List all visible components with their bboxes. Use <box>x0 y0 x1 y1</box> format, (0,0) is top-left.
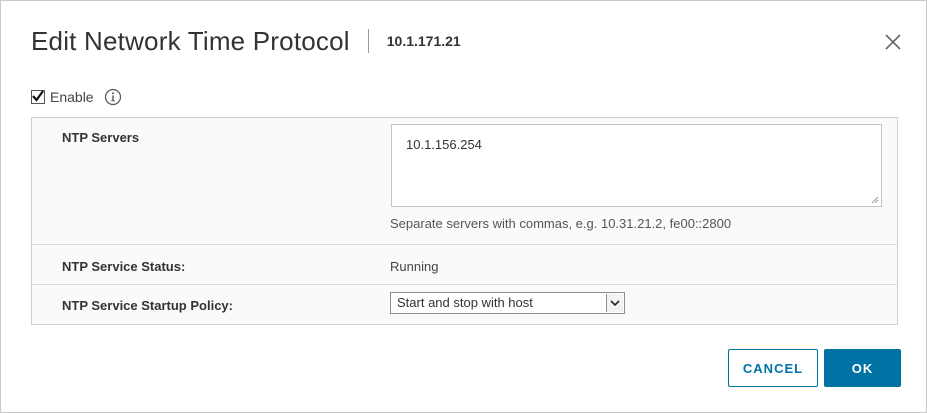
info-icon[interactable] <box>104 88 122 106</box>
dialog-title: Edit Network Time Protocol <box>31 25 350 56</box>
resize-handle-icon[interactable] <box>871 196 879 204</box>
cancel-button[interactable]: CANCEL <box>728 349 818 387</box>
host-name: 10.1.171.21 <box>386 33 461 49</box>
startup-policy-label: NTP Service Startup Policy: <box>62 298 233 313</box>
edit-ntp-dialog: Edit Network Time Protocol 10.1.171.21 E… <box>0 0 927 413</box>
service-status-label: NTP Service Status: <box>62 259 186 274</box>
ntp-servers-input[interactable]: 10.1.156.254 <box>391 124 882 207</box>
chevron-down-icon[interactable] <box>606 294 623 312</box>
service-status-value: Running <box>390 259 439 274</box>
enable-row: Enable <box>31 88 122 106</box>
service-status-row: NTP Service Status: Running <box>32 244 897 285</box>
enable-checkbox[interactable] <box>31 90 45 104</box>
ntp-servers-value: 10.1.156.254 <box>406 137 482 152</box>
title-separator <box>367 29 369 53</box>
ntp-servers-hint: Separate servers with commas, e.g. 10.31… <box>390 216 732 231</box>
ntp-servers-row: NTP Servers 10.1.156.254 Separate server… <box>32 118 897 244</box>
startup-policy-select[interactable]: Start and stop with host <box>390 292 625 314</box>
dialog-header: Edit Network Time Protocol 10.1.171.21 <box>31 23 461 59</box>
enable-label[interactable]: Enable <box>50 89 94 105</box>
ntp-servers-label: NTP Servers <box>62 130 140 145</box>
startup-policy-selected: Start and stop with host <box>397 295 533 310</box>
close-icon[interactable] <box>883 32 903 52</box>
ok-button[interactable]: OK <box>824 349 901 387</box>
ntp-settings-table: NTP Servers 10.1.156.254 Separate server… <box>31 117 898 325</box>
